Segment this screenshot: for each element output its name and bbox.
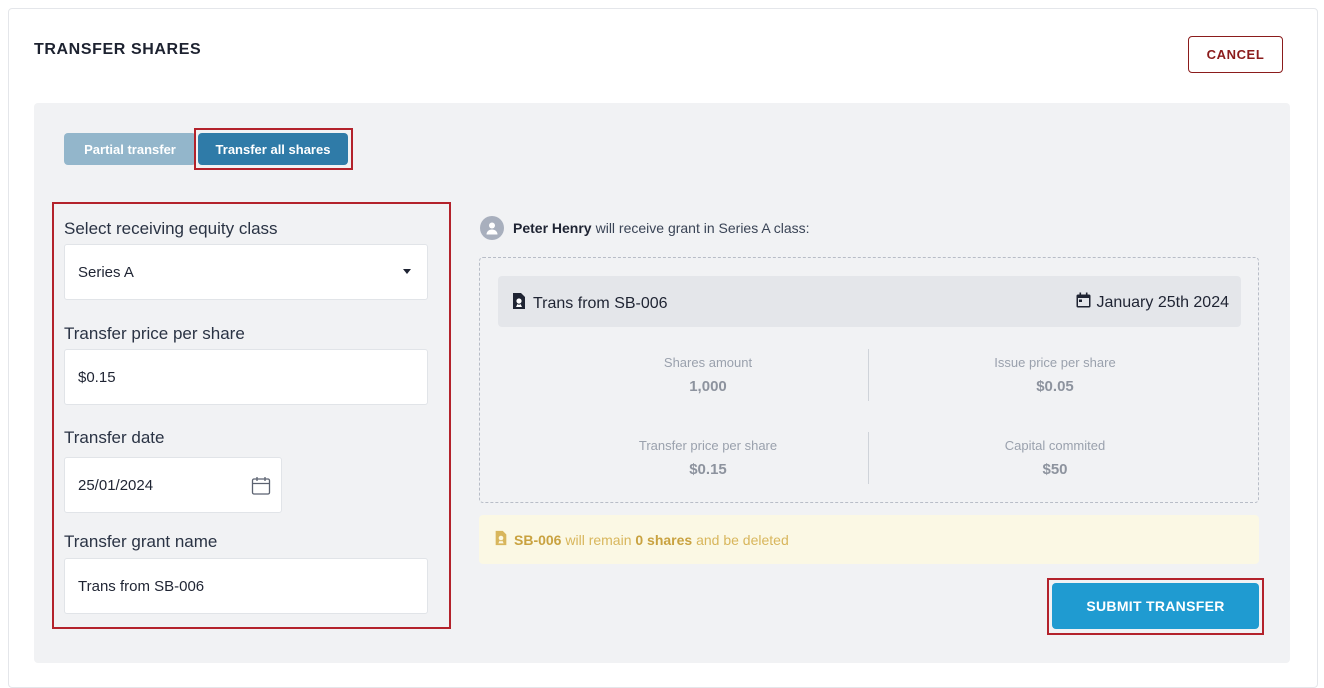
date-input[interactable]: 25/01/2024 <box>64 457 282 513</box>
receiver-name: Peter Henry <box>513 220 592 236</box>
certificate-icon <box>493 530 509 549</box>
price-value: $0.15 <box>78 368 116 386</box>
stat-shares-amount: Shares amount 1,000 <box>518 355 898 395</box>
partial-transfer-toggle[interactable]: Partial transfer <box>64 133 196 165</box>
stat-label: Shares amount <box>663 355 753 370</box>
deletion-notice: SB-006 will remain 0 shares and be delet… <box>479 515 1259 564</box>
transfer-all-shares-toggle[interactable]: Transfer all shares <box>198 133 348 165</box>
calendar-icon <box>1076 292 1091 313</box>
stat-value: $0.15 <box>689 461 727 478</box>
notice-amount: 0 shares <box>635 531 693 548</box>
receiver-text: will receive grant in Series A class: <box>595 220 810 236</box>
stat-label: Transfer price per share <box>638 438 778 453</box>
grant-name-value: Trans from SB-006 <box>78 577 205 595</box>
notice-source: SB-006 <box>514 531 562 548</box>
summary-grant-name: Trans from SB-006 <box>533 294 668 312</box>
notice-text-1: will remain <box>565 531 632 548</box>
stat-transfer-price: Transfer price per share $0.15 <box>518 438 898 478</box>
cancel-button[interactable]: CANCEL <box>1188 36 1283 73</box>
user-avatar-icon <box>480 216 504 240</box>
stat-capital-committed: Capital commited $50 <box>865 438 1245 478</box>
submit-transfer-button[interactable]: SUBMIT TRANSFER <box>1052 583 1259 629</box>
grant-name-input[interactable]: Trans from SB-006 <box>64 558 428 614</box>
date-value: 25/01/2024 <box>78 476 154 494</box>
stat-value: 1,000 <box>689 378 727 395</box>
page-title: TRANSFER SHARES <box>34 41 202 58</box>
certificate-icon <box>510 292 528 315</box>
equity-class-label: Select receiving equity class <box>64 219 278 238</box>
price-label: Transfer price per share <box>64 324 245 343</box>
receiver-line: Peter Henry will receive grant in Series… <box>480 216 810 240</box>
price-input[interactable]: $0.15 <box>64 349 428 405</box>
stat-label: Capital commited <box>1004 438 1106 453</box>
notice-text-2: and be deleted <box>696 531 789 548</box>
stat-divider <box>868 349 869 401</box>
equity-class-select[interactable]: Series A <box>64 244 428 300</box>
equity-class-value: Series A <box>78 263 134 281</box>
stat-label: Issue price per share <box>994 355 1116 370</box>
date-label: Transfer date <box>64 428 165 447</box>
stat-value: $50 <box>1042 461 1068 478</box>
grant-summary-header: Trans from SB-006 January 25th 2024 <box>498 276 1241 327</box>
calendar-icon[interactable] <box>251 476 271 500</box>
stat-issue-price: Issue price per share $0.05 <box>865 355 1245 395</box>
grant-name-label: Transfer grant name <box>64 532 218 551</box>
stat-value: $0.05 <box>1036 378 1074 395</box>
summary-grant-date: January 25th 2024 <box>1096 293 1229 311</box>
caret-down-icon <box>403 269 411 274</box>
stat-divider <box>868 432 869 484</box>
